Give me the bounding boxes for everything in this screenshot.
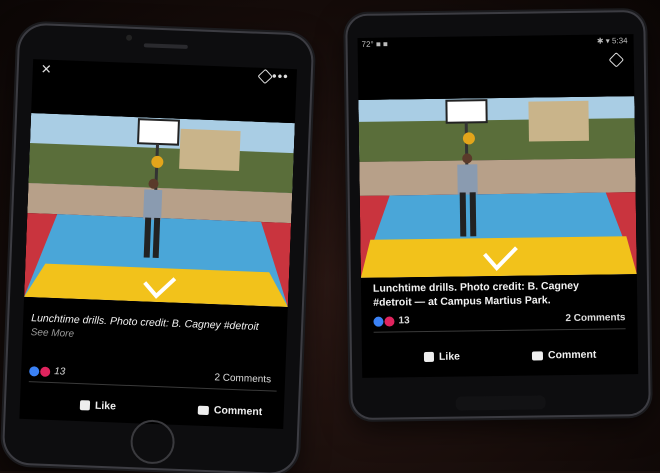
comment-label: Comment [547, 348, 597, 362]
close-icon[interactable]: ✕ [41, 61, 52, 77]
status-left: 72° ■ ■ [361, 39, 388, 49]
earpiece-speaker [143, 43, 188, 49]
comment-bubble-icon [531, 350, 544, 361]
post-photo[interactable] [24, 113, 295, 308]
status-bar: 72° ■ ■ ✱ ▾ 5:34 [358, 34, 634, 52]
tag-icon[interactable] [257, 68, 273, 85]
basketball-court-image [358, 96, 637, 278]
post-caption: Lunchtime drills. Photo credit: B. Cagne… [30, 311, 281, 350]
thumbs-up-icon [423, 351, 435, 363]
comment-button[interactable]: Comment [197, 404, 263, 419]
home-button[interactable] [129, 419, 176, 465]
like-label: Like [438, 350, 461, 363]
right-phone-screen: 72° ■ ■ ✱ ▾ 5:34 Lunchtime drills. Photo… [357, 34, 639, 378]
basketball-court-image [24, 113, 295, 308]
tag-icon[interactable] [608, 52, 625, 68]
action-divider [373, 328, 626, 333]
front-camera [125, 34, 133, 41]
post-photo[interactable] [358, 96, 637, 278]
left-phone: ✕ ••• Lunchtime drills. Photo credit: B.… [3, 24, 313, 473]
phone-chin [455, 395, 546, 411]
comment-bubble-icon [197, 405, 210, 415]
status-right: ✱ ▾ 5:34 [596, 36, 628, 46]
reaction-count: 13 [398, 315, 410, 327]
right-phone: 72° ■ ■ ✱ ▾ 5:34 Lunchtime drills. Photo… [347, 11, 649, 419]
more-dots-icon[interactable]: ••• [272, 68, 289, 84]
like-button[interactable]: Like [423, 350, 461, 364]
thumbs-up-icon [79, 400, 91, 411]
caption-line-1: Lunchtime drills. Photo credit: B. Cagne… [372, 279, 580, 295]
comment-button[interactable]: Comment [531, 348, 597, 362]
like-button[interactable]: Like [79, 399, 117, 413]
post-caption: Lunchtime drills. Photo credit: B. Cagne… [373, 278, 631, 310]
left-phone-screen: ✕ ••• Lunchtime drills. Photo credit: B.… [19, 59, 298, 429]
reaction-summary[interactable]: 13 [373, 315, 410, 327]
reaction-count: 13 [54, 366, 66, 378]
caption-line-2: #detroit — at Campus Martius Park. [373, 294, 551, 309]
photo-viewer-topbar: ✕ ••• [32, 59, 297, 91]
like-reaction-icon [29, 365, 40, 377]
comment-label: Comment [213, 404, 263, 419]
love-reaction-icon [384, 315, 395, 327]
love-reaction-icon [40, 366, 51, 377]
like-label: Like [94, 399, 117, 413]
comments-count-link[interactable]: 2 Comments [565, 312, 625, 324]
see-more-link[interactable]: See More [30, 327, 74, 340]
like-reaction-icon [373, 316, 384, 327]
comments-count-link[interactable]: 2 Comments [214, 372, 271, 385]
reaction-summary[interactable]: 13 [29, 365, 66, 378]
